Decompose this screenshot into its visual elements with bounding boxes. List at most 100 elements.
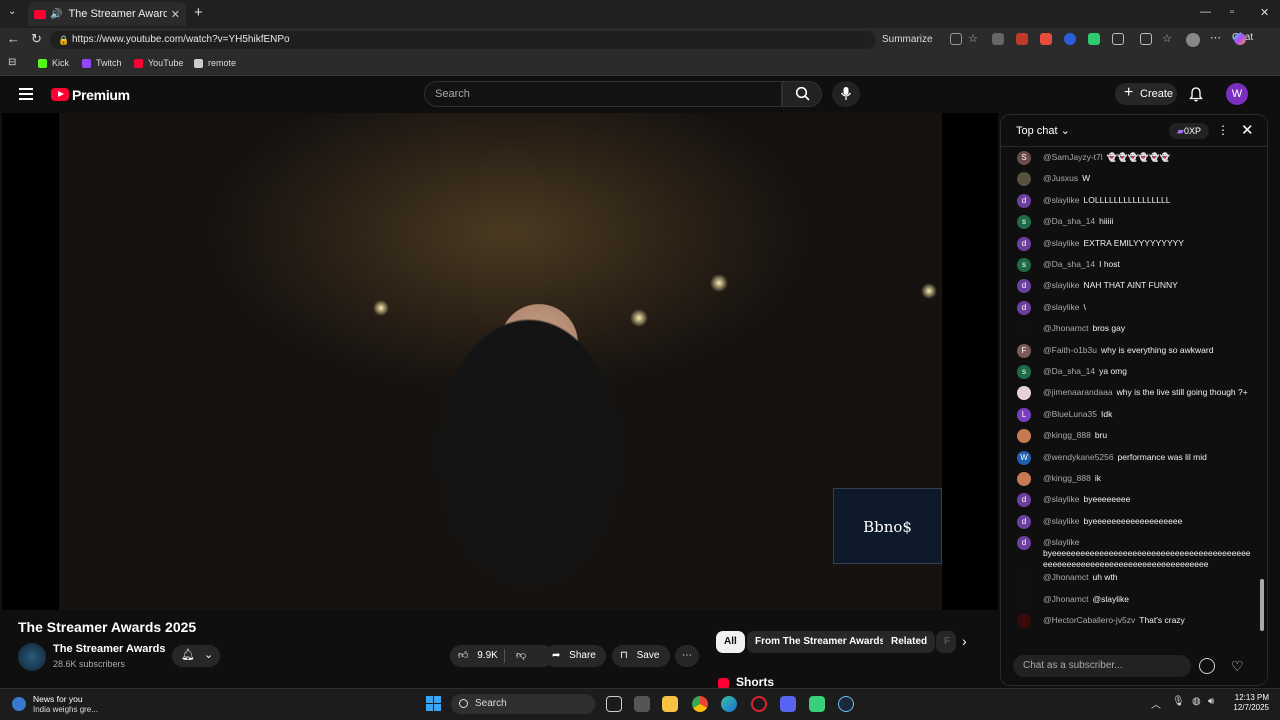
app-green-icon[interactable] (809, 696, 825, 712)
chat-input[interactable]: Chat as a subscriber... (1013, 655, 1191, 677)
chat-author-avatar[interactable]: d (1017, 493, 1031, 508)
chat-author-name[interactable]: @Da_sha_14 (1043, 259, 1095, 269)
chat-scrollbar-thumb[interactable] (1260, 579, 1264, 631)
extension-2-icon[interactable] (1016, 33, 1028, 45)
summarize-button[interactable]: Summarize (882, 34, 933, 45)
bookmark-twitch[interactable]: Twitch (82, 58, 122, 68)
chat-author-avatar[interactable]: s (1017, 258, 1031, 272)
chat-author-name[interactable]: @Faith-o1b3u (1043, 345, 1097, 355)
weather-news-icon[interactable] (12, 697, 26, 711)
hamburger-menu-icon[interactable] (19, 88, 33, 100)
tab-close-icon[interactable]: ✕ (171, 8, 180, 21)
chat-author-avatar[interactable]: d (1017, 236, 1031, 251)
chat-author-name[interactable]: @SamJayzy-t7l (1043, 152, 1103, 162)
window-close-button[interactable]: ✕ (1260, 6, 1269, 19)
favorites-icon[interactable]: ☆ (1162, 33, 1174, 45)
new-tab-button[interactable]: + (194, 4, 203, 21)
chat-author-name[interactable]: @wendykane5256 (1043, 452, 1114, 462)
chat-author-name[interactable]: @slaylike (1043, 302, 1080, 312)
site-info-icon[interactable]: 🔒 (58, 31, 69, 49)
bookmark-kick[interactable]: Kick (38, 58, 69, 68)
chat-author-avatar[interactable]: d (1017, 279, 1031, 294)
chat-author-avatar[interactable]: W (1017, 450, 1031, 465)
extension-3-icon[interactable] (1040, 33, 1052, 45)
chat-author-name[interactable]: @slaylike (1043, 494, 1080, 504)
youtube-premium-logo[interactable]: Premium (72, 87, 130, 103)
share-button[interactable]: ➦ Share (544, 645, 606, 667)
chips-next-icon[interactable]: › (962, 633, 967, 649)
opera-icon[interactable] (751, 696, 767, 712)
news-widget-title[interactable]: News for you (33, 694, 83, 704)
chat-author-name[interactable]: @kingg_888 (1043, 430, 1091, 440)
profile-icon[interactable] (1186, 33, 1200, 47)
chat-author-name[interactable]: @Da_sha_14 (1043, 366, 1095, 376)
chip-partial[interactable]: F (936, 631, 956, 653)
chat-close-icon[interactable]: ✕ (1241, 121, 1254, 139)
chat-message-list[interactable]: S @SamJayzy-t7l 👻👻👻👻👻👻 @Jusxus Wd @slaylike LO… (1001, 147, 1259, 647)
chat-author-name[interactable]: @slaylike (1043, 238, 1080, 248)
chat-author-name[interactable]: @slaylike (1043, 537, 1080, 547)
back-icon[interactable]: ← (7, 31, 20, 46)
copilot-icon[interactable] (1234, 33, 1246, 45)
video-player[interactable]: Bbno$ (2, 113, 998, 610)
create-button[interactable]: Create (1115, 82, 1177, 105)
url-field[interactable]: 🔒 https://www.youtube.com/watch?v=YH5hik… (50, 31, 876, 49)
chat-author-avatar[interactable]: d (1017, 300, 1031, 315)
tab-list-icon[interactable]: ⌄ (8, 6, 16, 17)
dislike-button[interactable]: 👎︎ (516, 645, 526, 667)
chat-scrollbar[interactable] (1259, 149, 1265, 645)
search-button[interactable] (782, 81, 822, 107)
top-chat-dropdown[interactable]: Top chat ⌄ (1016, 124, 1070, 137)
heart-icon[interactable]: ♡ (1231, 658, 1244, 675)
chat-author-avatar[interactable] (1017, 386, 1031, 401)
window-minimize-button[interactable]: — (1200, 6, 1211, 18)
tray-volume-icon[interactable]: 🔊︎ (1208, 696, 1214, 707)
steam-icon[interactable] (838, 696, 854, 712)
collections-icon[interactable] (1140, 33, 1152, 45)
chat-author-name[interactable]: @jimenaarandaaa (1043, 387, 1113, 397)
chat-author-name[interactable]: @slaylike (1043, 516, 1080, 526)
search-input[interactable]: Search (424, 81, 782, 107)
chat-author-avatar[interactable]: s (1017, 365, 1031, 379)
tray-mic-icon[interactable]: 🎙︎ (1172, 696, 1185, 707)
chip-all[interactable]: All (716, 631, 745, 653)
extensions-puzzle-icon[interactable] (1112, 33, 1124, 45)
discord-icon[interactable] (780, 696, 796, 712)
like-button[interactable]: 👍︎ 9.9K (458, 645, 498, 667)
xp-badge[interactable]: ▰0XP (1169, 123, 1209, 139)
notifications-bell-icon[interactable] (1189, 87, 1203, 102)
taskbar-search[interactable]: Search (451, 694, 595, 714)
file-explorer-icon[interactable] (662, 696, 678, 712)
youtube-logo-icon[interactable] (51, 88, 69, 101)
chip-from-channel[interactable]: From The Streamer Awards (747, 631, 894, 653)
tray-overflow-icon[interactable]: ︿ (1151, 696, 1161, 711)
chat-author-name[interactable]: @slaylike (1043, 280, 1080, 290)
extension-5-icon[interactable] (1088, 33, 1100, 45)
chat-more-icon[interactable]: ⋮ (1217, 123, 1229, 137)
chat-author-avatar[interactable]: s (1017, 215, 1031, 230)
browser-tab-active[interactable]: 🔊 The Streamer Awards 2025 - Y ✕ (28, 2, 186, 26)
settings-more-icon[interactable]: ⋯ (1210, 33, 1222, 45)
chat-author-name[interactable]: @Jhonamct (1043, 594, 1088, 604)
save-button[interactable]: ⊓ Save (612, 645, 670, 667)
chat-author-avatar[interactable] (1017, 472, 1031, 486)
chat-author-avatar[interactable]: d (1017, 193, 1031, 208)
chat-author-name[interactable]: @slaylike (1043, 195, 1080, 205)
channel-name[interactable]: The Streamer Awards (53, 643, 166, 655)
more-actions-button[interactable]: ⋯ (675, 645, 699, 667)
taskbar-clock[interactable]: 12:13 PM 12/7/2025 (1227, 693, 1269, 713)
chat-author-avatar[interactable] (1017, 322, 1031, 337)
bookmark-remote[interactable]: remote (194, 58, 236, 68)
edge-icon[interactable] (721, 696, 737, 712)
chat-author-avatar[interactable] (1017, 172, 1031, 187)
emoji-icon[interactable] (1199, 658, 1215, 674)
news-widget-headline[interactable]: India weighs gre... (33, 705, 98, 714)
chip-related[interactable]: Related (883, 631, 936, 653)
chat-author-avatar[interactable] (1017, 614, 1031, 628)
bookmark-youtube[interactable]: YouTube (134, 58, 183, 68)
chrome-icon[interactable] (692, 696, 708, 712)
chat-author-name[interactable]: @Jhonamct (1043, 572, 1088, 582)
extension-4-icon[interactable] (1064, 33, 1076, 45)
favorite-star-icon[interactable]: ☆ (968, 33, 980, 45)
chat-author-avatar[interactable]: d (1017, 536, 1031, 551)
